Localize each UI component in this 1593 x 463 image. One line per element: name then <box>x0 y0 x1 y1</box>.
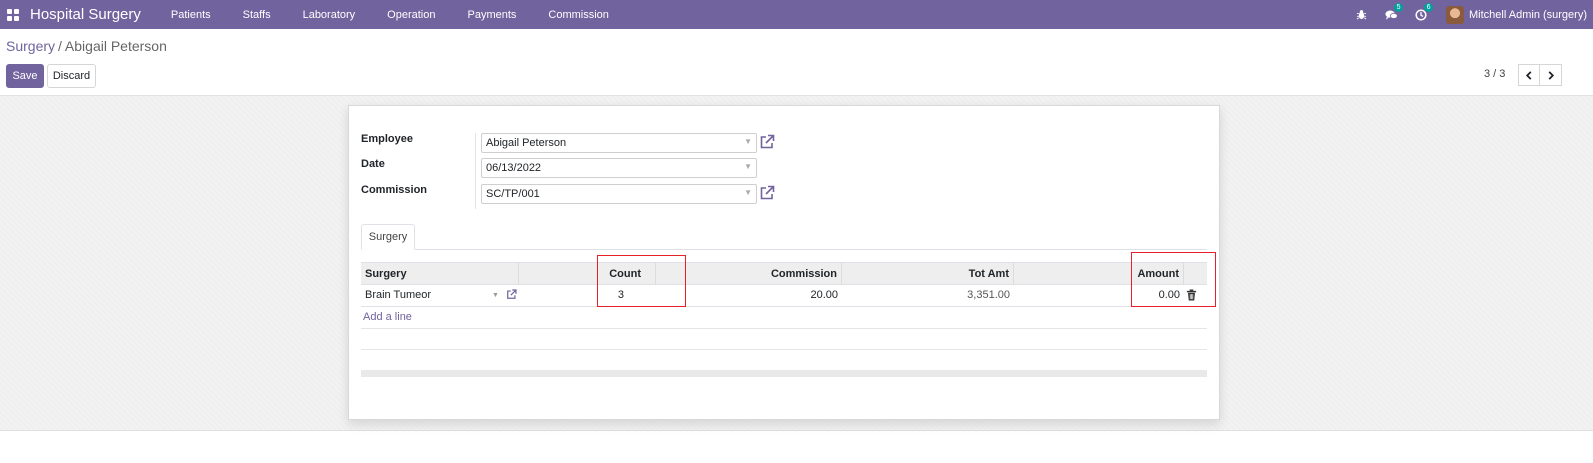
chevron-down-icon: ▼ <box>744 188 752 197</box>
external-link-icon[interactable] <box>506 289 517 300</box>
add-line-link[interactable]: Add a line <box>363 311 412 323</box>
breadcrumb: Surgery / Abigail Peterson <box>6 38 167 54</box>
chat-icon[interactable]: 5 <box>1376 0 1406 29</box>
menu-item-laboratory[interactable]: Laboratory <box>287 9 372 21</box>
column-header-actions <box>1184 263 1207 285</box>
cell-amount[interactable]: 0.00 <box>1014 285 1184 306</box>
chevron-left-icon <box>1525 70 1532 80</box>
empty-row-divider <box>361 328 1207 329</box>
tabs-divider <box>361 249 1207 250</box>
form-sheet: Employee Date Commission Abigail Peterso… <box>348 105 1220 420</box>
employee-field[interactable]: Abigail Peterson ▼ <box>481 133 757 153</box>
messages-count-badge: 5 <box>1394 3 1404 12</box>
cell-surgery[interactable]: Brain Tumeor <box>361 285 491 306</box>
commission-label: Commission <box>361 184 428 196</box>
empty-row-divider <box>361 349 1207 350</box>
column-header-amount[interactable]: Amount <box>1014 263 1184 285</box>
menu-item-patients[interactable]: Patients <box>155 9 227 21</box>
employee-label: Employee <box>361 133 413 145</box>
clock-icon[interactable]: 6 <box>1406 0 1436 29</box>
discard-button[interactable]: Discard <box>47 64 96 88</box>
menu-item-staffs[interactable]: Staffs <box>227 9 287 21</box>
cell-tot-amt: 3,351.00 <box>967 289 1010 301</box>
pager-previous-button[interactable] <box>1518 64 1540 86</box>
pager-buttons <box>1518 64 1562 86</box>
table-footer <box>361 370 1207 377</box>
table-row[interactable]: Brain Tumeor ▼ 3 20.00 3,351.00 0.00 <box>361 285 1207 307</box>
commission-field[interactable]: SC/TP/001 ▼ <box>481 184 757 204</box>
external-link-icon[interactable] <box>759 185 775 201</box>
avatar[interactable] <box>1446 5 1465 24</box>
menu-item-commission[interactable]: Commission <box>532 9 625 21</box>
activities-count-badge: 6 <box>1424 3 1434 12</box>
systray: 5 6 Mitchell Admin (surgery) <box>1346 0 1593 29</box>
tab-surgery[interactable]: Surgery <box>361 224 415 250</box>
breadcrumb-separator: / <box>58 38 62 54</box>
menu-item-operation[interactable]: Operation <box>371 9 451 21</box>
apps-menu-icon[interactable] <box>0 0 26 29</box>
main-menu: Patients Staffs Laboratory Operation Pay… <box>155 9 625 21</box>
column-header-surgery[interactable]: Surgery <box>361 263 519 285</box>
control-panel: Surgery / Abigail Peterson Save Discard 3 … <box>0 29 1593 96</box>
pager-value[interactable]: 3 / 3 <box>1484 68 1505 80</box>
breadcrumb-current: Abigail Peterson <box>64 38 167 54</box>
date-value: 06/13/2022 <box>486 162 542 174</box>
menu-item-payments[interactable]: Payments <box>451 9 532 21</box>
pager-next-button[interactable] <box>1540 64 1562 86</box>
date-field[interactable]: 06/13/2022 ▼ <box>481 158 757 178</box>
bug-icon[interactable] <box>1346 0 1376 29</box>
column-header-tot-amt[interactable]: Tot Amt <box>842 263 1014 285</box>
breadcrumb-surgery[interactable]: Surgery <box>6 38 55 54</box>
cell-count[interactable]: 3 <box>519 285 656 306</box>
employee-value: Abigail Peterson <box>486 137 567 149</box>
chevron-down-icon: ▼ <box>492 292 499 299</box>
external-link-icon[interactable] <box>759 134 775 150</box>
commission-value: SC/TP/001 <box>486 188 540 200</box>
date-label: Date <box>361 158 385 170</box>
app-brand[interactable]: Hospital Surgery <box>30 6 141 23</box>
chevron-down-icon: ▼ <box>744 162 752 171</box>
column-header-count[interactable]: Count <box>519 263 656 285</box>
column-header-spacer <box>656 263 686 285</box>
label-separator <box>475 133 476 209</box>
column-header-commission[interactable]: Commission <box>686 263 842 285</box>
top-navbar: Hospital Surgery Patients Staffs Laborat… <box>0 0 1593 29</box>
chevron-down-icon: ▼ <box>744 137 752 146</box>
cell-commission[interactable]: 20.00 <box>686 285 842 306</box>
chevron-right-icon <box>1548 70 1554 80</box>
trash-icon[interactable] <box>1186 289 1197 301</box>
table-header: Surgery Count Commission Tot Amt Amount <box>361 262 1207 285</box>
user-menu[interactable]: Mitchell Admin (surgery) <box>1464 9 1593 21</box>
save-button[interactable]: Save <box>6 64 44 88</box>
